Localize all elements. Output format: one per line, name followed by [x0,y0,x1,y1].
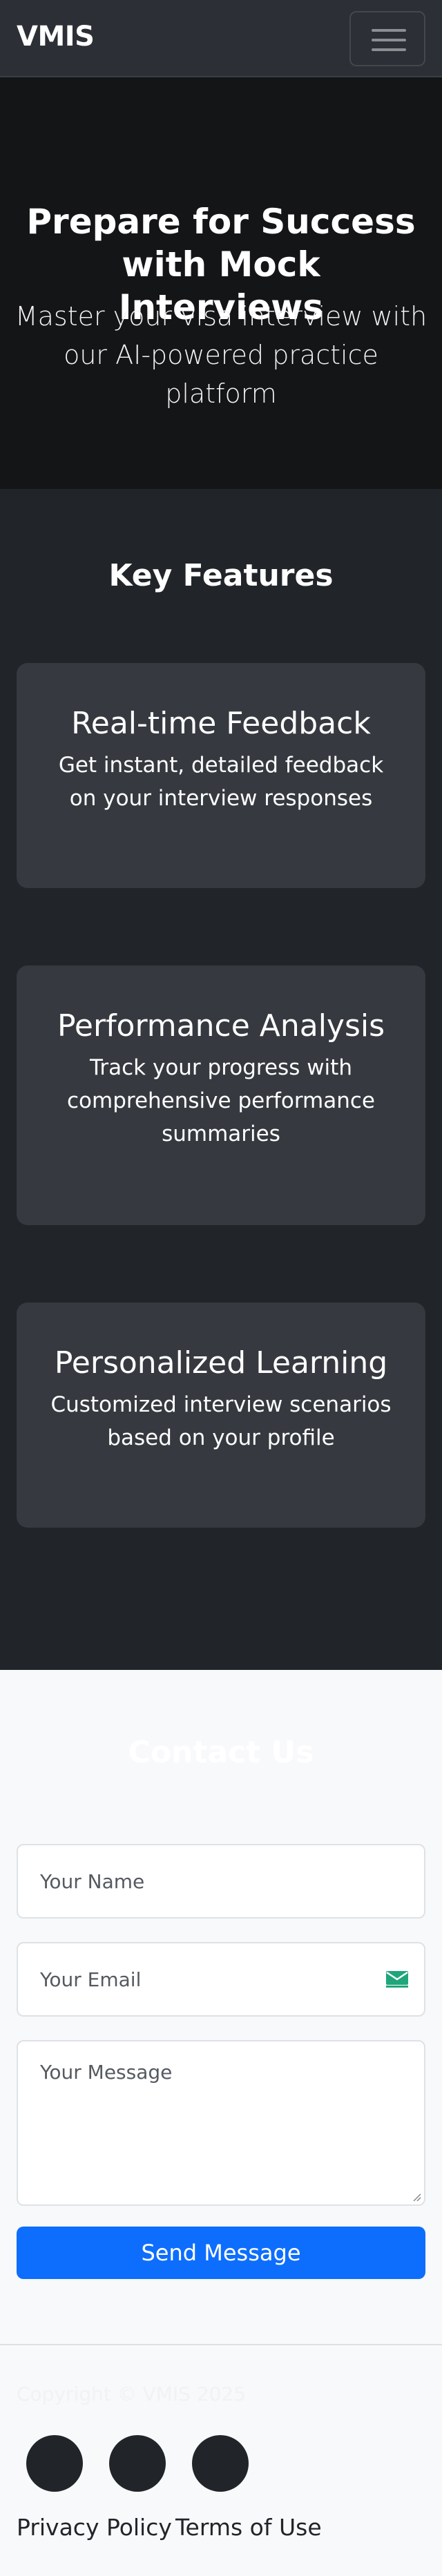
contact-section: Contact Us Your Name Your Email Your Mes… [0,1670,442,2344]
feature-card-personalized-learning: Personalized Learning Customized intervi… [17,1303,425,1528]
copyright-text: Copyright © VMIS 2025 [17,2383,247,2405]
mail-icon [386,1971,408,1988]
feature-title: Real-time Feedback [71,706,371,741]
privacy-policy-link[interactable]: Privacy Policy [17,2514,172,2541]
email-placeholder: Your Email [40,1968,142,1991]
feature-card-performance-analysis: Performance Analysis Track your progress… [17,965,425,1225]
message-textarea[interactable]: Your Message [17,2040,425,2206]
features-section: Key Features Real-time Feedback Get inst… [0,489,442,1670]
feature-description: Track your progress with comprehensive p… [67,1055,375,1146]
contact-heading: Contact Us [128,1735,314,1770]
features-heading: Key Features [108,558,334,593]
email-input[interactable]: Your Email [17,1942,425,2017]
social-icon-2[interactable] [109,2435,166,2492]
navbar: VMIS [0,0,442,77]
send-message-button[interactable]: Send Message [17,2227,425,2279]
feature-title: Personalized Learning [54,1345,388,1381]
message-placeholder: Your Message [40,2061,173,2084]
resize-handle-icon[interactable] [412,2192,421,2202]
hero-section: Prepare for Success with Mock Interviews… [0,77,442,489]
hero-subtitle: Master your visa interview with our AI-p… [15,301,427,409]
feature-title: Performance Analysis [57,1008,385,1044]
feature-description: Get instant, detailed feedback on your i… [58,753,384,811]
name-placeholder: Your Name [40,1869,145,1893]
terms-of-use-link[interactable]: Terms of Use [175,2514,322,2541]
name-input[interactable]: Your Name [17,1844,425,1919]
social-icon-3[interactable] [192,2435,249,2492]
feature-card-realtime-feedback: Real-time Feedback Get instant, detailed… [17,663,425,888]
footer: Copyright © VMIS 2025 Privacy Policy Ter… [0,2344,442,2576]
social-icon-1[interactable] [26,2435,83,2492]
brand-logo[interactable]: VMIS [17,21,95,52]
menu-toggle-button[interactable] [349,11,425,66]
feature-description: Customized interview scenarios based on … [50,1392,392,1450]
